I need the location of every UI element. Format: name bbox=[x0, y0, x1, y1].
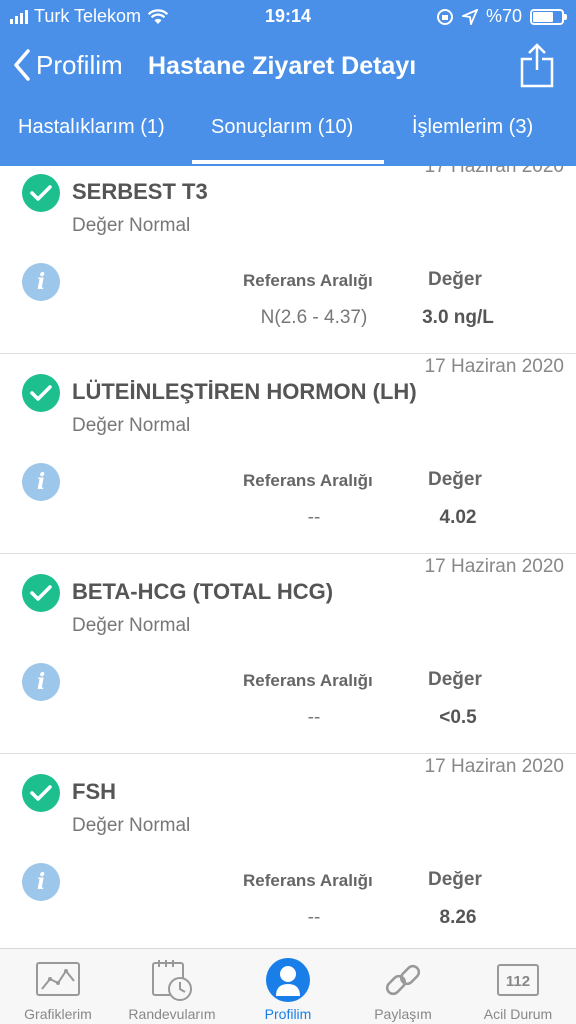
test-name: FSH bbox=[72, 779, 116, 804]
bottom-tab-acil-durum[interactable]: 112 Acil Durum bbox=[460, 949, 576, 1024]
tab-sonuclarim[interactable]: Sonuçlarım (10) bbox=[211, 116, 353, 139]
check-icon bbox=[22, 574, 60, 612]
link-icon bbox=[385, 964, 421, 996]
chart-icon bbox=[36, 962, 80, 996]
tab-islemlerim[interactable]: İşlemlerim (3) bbox=[412, 116, 533, 139]
result-date: 17 Haziran 2020 bbox=[424, 556, 564, 577]
status-bar: Turk Telekom 19:14 %70 bbox=[0, 0, 576, 34]
share-icon bbox=[520, 43, 554, 88]
reference-range-label: Referans Aralığı bbox=[243, 871, 373, 890]
svg-text:112: 112 bbox=[506, 973, 530, 990]
tab-hastaliklarim[interactable]: Hastalıklarım (1) bbox=[18, 116, 165, 139]
header: Turk Telekom 19:14 %70 Profilim Hastane … bbox=[0, 0, 576, 166]
chevron-left-icon bbox=[14, 49, 30, 81]
calendar-clock-icon bbox=[152, 960, 192, 1001]
bottom-tab-label: Randevularım bbox=[128, 1006, 216, 1022]
result-value: 4.02 bbox=[439, 507, 477, 528]
check-icon bbox=[22, 774, 60, 812]
rotation-lock-icon bbox=[436, 8, 453, 25]
active-tab-indicator bbox=[192, 160, 384, 164]
info-icon[interactable]: i bbox=[22, 463, 60, 501]
bottom-tab-label: Paylaşım bbox=[374, 1006, 432, 1022]
result-status: Değer Normal bbox=[72, 415, 191, 436]
value-label: Değer bbox=[428, 869, 482, 890]
location-arrow-icon bbox=[461, 8, 478, 25]
segment-tabs: Hastalıklarım (1) Sonuçlarım (10) İşleml… bbox=[0, 104, 576, 166]
test-name: SERBEST T3 bbox=[72, 179, 208, 204]
bottom-tab-profilim[interactable]: Profilim bbox=[230, 949, 346, 1024]
back-button[interactable]: Profilim bbox=[12, 48, 123, 82]
bottom-tab-label: Acil Durum bbox=[483, 1006, 553, 1022]
bottom-tab-paylasim[interactable]: Paylaşım bbox=[345, 949, 461, 1024]
value-label: Değer bbox=[428, 269, 482, 290]
bottom-tab-grafiklerim[interactable]: Grafiklerim bbox=[0, 949, 116, 1024]
value-label: Değer bbox=[428, 469, 482, 490]
info-icon[interactable]: i bbox=[22, 263, 60, 301]
result-date: 17 Haziran 2020 bbox=[424, 356, 564, 377]
result-status: Değer Normal bbox=[72, 815, 191, 836]
result-card[interactable]: 17 Haziran 2020 LÜTEİNLEŞTİREN HORMON (L… bbox=[0, 354, 576, 554]
reference-range-label: Referans Aralığı bbox=[243, 671, 373, 690]
bottom-tab-label: Grafiklerim bbox=[24, 1006, 92, 1022]
reference-range-value: -- bbox=[307, 507, 321, 528]
reference-range-value: N(2.6 - 4.37) bbox=[260, 307, 368, 328]
back-label: Profilim bbox=[36, 49, 123, 80]
test-name: BETA-HCG (TOTAL HCG) bbox=[72, 579, 334, 604]
bottom-tab-bar: Grafiklerim Randevularım Profilim Paylaş… bbox=[0, 948, 576, 1024]
result-value: <0.5 bbox=[439, 707, 477, 728]
person-icon bbox=[266, 958, 310, 1002]
check-icon bbox=[22, 174, 60, 212]
result-card[interactable]: 17 Haziran 2020 SERBEST T3 Değer Normal … bbox=[0, 166, 576, 354]
result-value: 8.26 bbox=[439, 907, 477, 928]
reference-range-value: -- bbox=[307, 907, 321, 928]
check-icon bbox=[22, 374, 60, 412]
navigation-bar: Profilim Hastane Ziyaret Detayı bbox=[0, 34, 576, 98]
result-status: Değer Normal bbox=[72, 615, 191, 636]
result-date: 17 Haziran 2020 bbox=[424, 756, 564, 777]
bottom-tab-label: Profilim bbox=[264, 1006, 312, 1022]
battery-percent: %70 bbox=[485, 6, 522, 26]
info-icon[interactable]: i bbox=[22, 663, 60, 701]
battery-icon bbox=[530, 8, 567, 25]
result-value: 3.0 ng/L bbox=[422, 307, 494, 328]
result-date: 17 Haziran 2020 bbox=[424, 166, 564, 177]
reference-range-value: -- bbox=[307, 707, 321, 728]
result-card[interactable]: 17 Haziran 2020 BETA-HCG (TOTAL HCG) Değ… bbox=[0, 554, 576, 754]
share-button[interactable] bbox=[520, 42, 554, 93]
reference-range-label: Referans Aralığı bbox=[243, 271, 373, 290]
value-label: Değer bbox=[428, 669, 482, 690]
results-list: 17 Haziran 2020 SERBEST T3 Değer Normal … bbox=[0, 166, 576, 948]
test-name: LÜTEİNLEŞTİREN HORMON (LH) bbox=[72, 379, 417, 404]
emergency-112-icon: 112 bbox=[497, 964, 539, 996]
result-status: Değer Normal bbox=[72, 215, 191, 236]
result-card[interactable]: 17 Haziran 2020 FSH Değer Normal i Refer… bbox=[0, 754, 576, 948]
page-title: Hastane Ziyaret Detayı bbox=[148, 52, 417, 80]
info-icon[interactable]: i bbox=[22, 863, 60, 901]
reference-range-label: Referans Aralığı bbox=[243, 471, 373, 490]
bottom-tab-randevularim[interactable]: Randevularım bbox=[114, 949, 230, 1024]
